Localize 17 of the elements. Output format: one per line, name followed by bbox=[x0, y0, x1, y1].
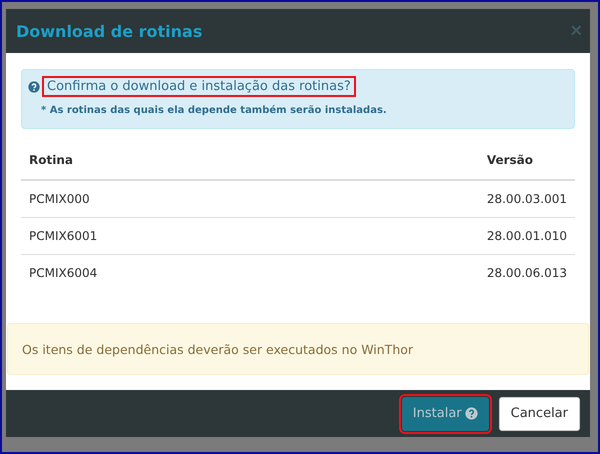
table-cell: PCMIX6001 bbox=[21, 218, 479, 254]
table-cell: PCMIX6004 bbox=[21, 254, 479, 291]
help-icon bbox=[28, 80, 40, 92]
column-header: Rotina bbox=[21, 141, 479, 180]
dialog-title: Download de rotinas bbox=[16, 22, 202, 40]
help-icon bbox=[464, 407, 478, 420]
table-cell: PCMIX000 bbox=[21, 180, 479, 218]
table-cell: 28.00.03.001 bbox=[478, 180, 575, 218]
warning-text: Os itens de dependências deverão ser executados no WinThor bbox=[22, 342, 414, 356]
install-button[interactable]: Instalar bbox=[402, 396, 489, 430]
question-text: Confirma o download e instalação das rotinas? bbox=[42, 76, 356, 97]
note-text: * As rotinas das quais ela depende também serão instaladas. bbox=[40, 105, 388, 116]
table-cell: 28.00.06.013 bbox=[478, 254, 575, 291]
table-cell: 28.00.01.010 bbox=[478, 218, 575, 254]
column-header: Versão bbox=[478, 141, 575, 180]
close-button[interactable]: × bbox=[570, 21, 582, 41]
cancel-button[interactable]: Cancelar bbox=[498, 396, 580, 430]
